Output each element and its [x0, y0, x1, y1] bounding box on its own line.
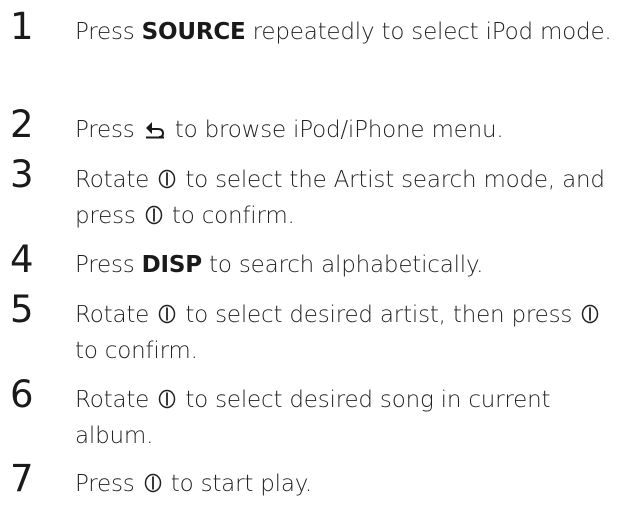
step-text-fragment: to select desired artist, then press [178, 302, 580, 328]
step-number: 1 [10, 5, 34, 48]
step-number: 3 [10, 153, 34, 196]
step-text-fragment: to confirm. [164, 203, 295, 229]
step-text-fragment: to browse iPod/iPhone menu. [167, 117, 504, 143]
step-text-fragment: Rotate [75, 302, 157, 328]
step-text: Press to browse iPod/iPhone menu. [75, 112, 615, 148]
step-number: 2 [10, 103, 34, 146]
dial-icon [144, 473, 162, 493]
step-text-fragment: Press [75, 19, 142, 45]
instruction-steps: 1 Press SOURCE repeatedly to select iPod… [0, 0, 627, 511]
dial-icon [158, 304, 176, 324]
step-text-fragment: Rotate [75, 167, 157, 193]
step-text-fragment: Press [75, 471, 142, 497]
step-text: Press to start play. [75, 466, 615, 502]
step-text-fragment: to search alphabetically. [201, 252, 484, 278]
step-number: 4 [10, 238, 34, 281]
dial-icon [158, 389, 176, 409]
button-name-label: SOURCE [141, 19, 246, 45]
step-text-fragment: Rotate [75, 387, 157, 413]
step-text-fragment: to confirm. [75, 338, 198, 364]
dial-icon [145, 205, 163, 225]
button-name-label: DISP [141, 252, 202, 278]
step-number: 5 [10, 288, 34, 331]
step-text-fragment: repeatedly to select iPod mode. [245, 19, 612, 45]
step-text: Rotate to select desired artist, then pr… [75, 297, 615, 369]
step-text-fragment: Press [75, 252, 142, 278]
step-text: Rotate to select the Artist search mode,… [75, 162, 615, 234]
step-number: 6 [10, 373, 34, 416]
step-text: Rotate to select desired song in current… [75, 382, 615, 454]
step-text-fragment: Press [75, 117, 142, 143]
step-text: Press SOURCE repeatedly to select iPod m… [75, 14, 615, 50]
step-text: Press DISP to search alphabetically. [75, 247, 615, 283]
step-text-fragment: to start play. [163, 471, 312, 497]
back-arrow-icon [144, 121, 166, 139]
step-number: 7 [10, 457, 34, 500]
dial-icon [581, 304, 599, 324]
dial-icon [158, 169, 176, 189]
